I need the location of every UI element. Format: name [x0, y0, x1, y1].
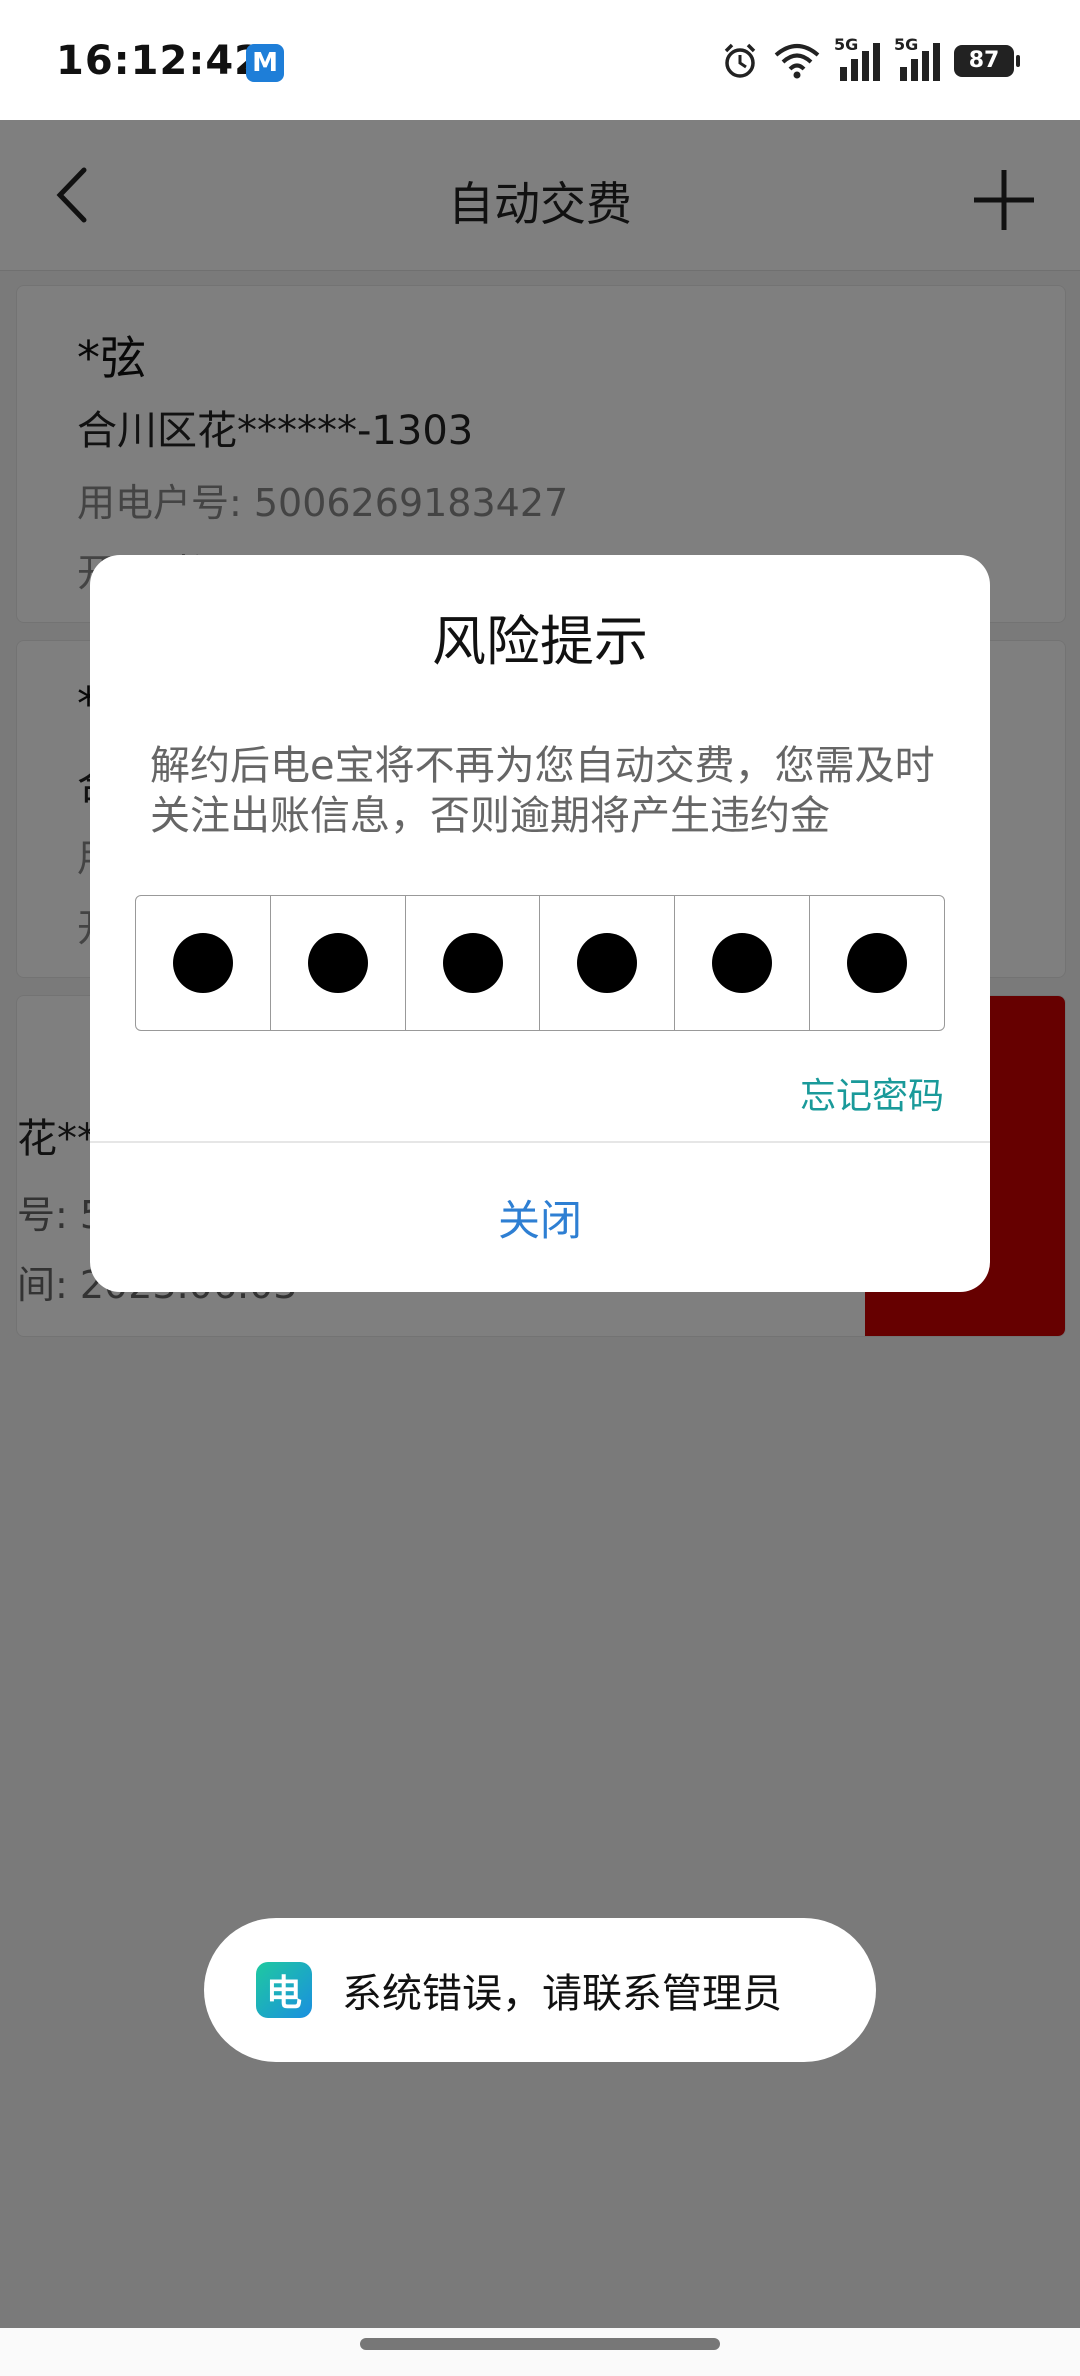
home-indicator[interactable] [360, 2338, 720, 2350]
pin-cell [540, 896, 676, 1030]
pin-cell [675, 896, 811, 1030]
signal-5g-icon-1: 5G [834, 35, 880, 81]
pin-dot [577, 933, 638, 993]
pin-dot [442, 933, 503, 993]
status-icons: 5G 5G 87 [720, 35, 1020, 86]
pin-cell [406, 896, 541, 1030]
toast-message: 系统错误，请联系管理员 [342, 1971, 782, 2017]
alarm-icon [720, 41, 760, 81]
pin-cell [271, 896, 406, 1030]
status-bar: 16:12:42 M 5G 5G 87 [0, 0, 1080, 120]
signal-5g-icon-2: 5G [894, 35, 940, 81]
risk-dialog: 风险提示 解约后电e宝将不再为您自动交费，您需及时关注出账信息，否则逾期将产生违… [90, 555, 990, 1292]
wifi-icon [774, 43, 820, 79]
pin-dot [307, 933, 368, 993]
error-toast: 电 系统错误，请联系管理员 [204, 1918, 876, 2062]
forgot-password-link[interactable]: 忘记密码 [800, 1067, 944, 1119]
close-button[interactable]: 关闭 [90, 1143, 990, 1292]
pin-cell [810, 896, 944, 1030]
pin-dot [172, 933, 233, 993]
battery-icon: 87 [954, 45, 1020, 77]
pin-dot [847, 933, 908, 993]
pin-dot [712, 933, 773, 993]
gesture-bar [0, 2328, 1080, 2376]
status-time: 16:12:42 [56, 38, 263, 84]
app-notification-icon: M [246, 44, 284, 82]
app-logo-icon: 电 [256, 1962, 312, 2018]
close-label: 关闭 [497, 1196, 582, 1245]
dialog-message: 解约后电e宝将不再为您自动交费，您需及时关注出账信息，否则逾期将产生违约金 [150, 743, 935, 839]
password-input[interactable] [135, 895, 945, 1031]
dialog-title: 风险提示 [432, 610, 648, 673]
pin-cell [136, 896, 271, 1030]
